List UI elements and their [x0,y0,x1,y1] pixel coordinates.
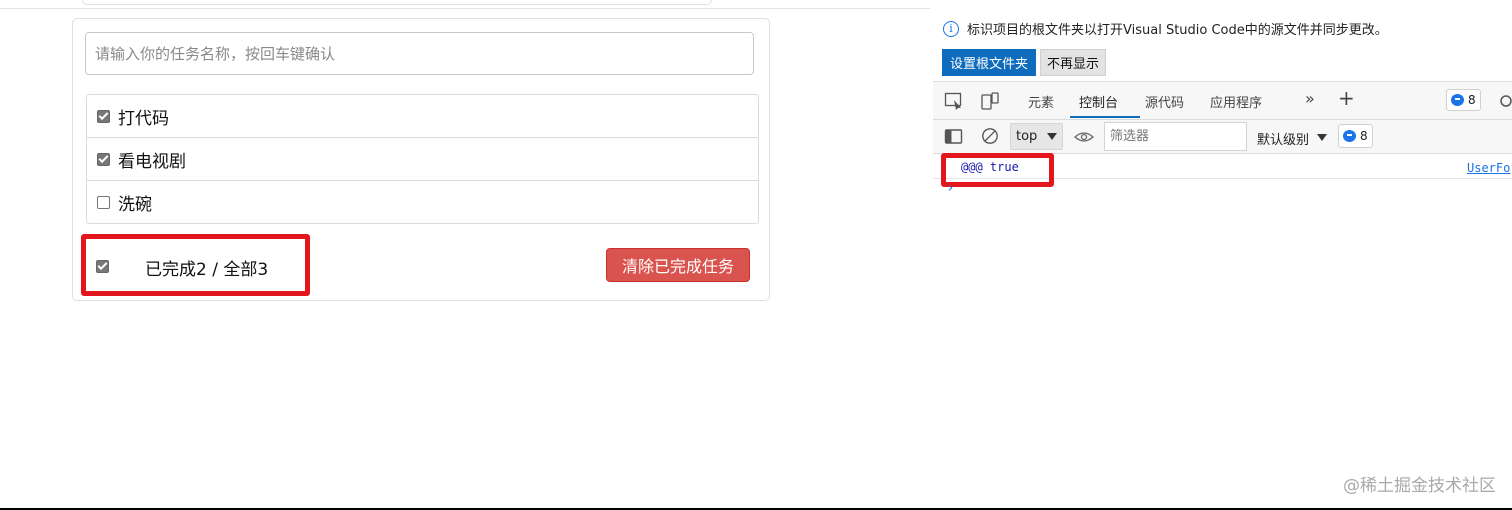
message-icon [1343,130,1356,142]
task-label: 洗碗 [118,194,152,215]
message-icon [1451,94,1464,106]
devtools-tabbar: 元素 控制台 源代码 应用程序 » + 8 [933,81,1512,120]
list-item[interactable]: 看电视剧 [87,138,758,181]
eye-icon[interactable] [1074,128,1094,146]
todo-list: 打代码 看电视剧 洗碗 [86,94,759,224]
console-highlight-box [941,153,1054,187]
console-source-link[interactable]: UserFo [1467,161,1510,175]
task-label: 看电视剧 [118,151,186,172]
issues-count: 8 [1468,93,1476,107]
add-tab-icon[interactable]: + [1338,86,1355,110]
inspect-element-icon[interactable] [944,92,964,110]
chevron-down-icon [1317,134,1327,141]
set-root-folder-button[interactable]: 设置根文件夹 [942,49,1036,76]
clear-console-icon[interactable] [980,127,1000,145]
list-item[interactable]: 洗碗 [87,181,758,223]
more-tabs-icon[interactable]: » [1305,89,1315,108]
filter-input[interactable] [1104,122,1247,151]
console-issues-badge[interactable]: 8 [1338,124,1373,148]
task-checkbox[interactable] [97,195,110,209]
top-edge-frame [82,0,712,5]
console-toolbar: top 默认级别 8 [933,120,1512,154]
device-emulation-icon[interactable] [980,92,1000,110]
tab-elements[interactable]: 元素 [1028,92,1054,111]
select-all-checkbox[interactable] [96,260,109,273]
settings-gear-icon[interactable] [1496,92,1512,110]
task-name-input[interactable] [85,32,754,75]
tab-console[interactable]: 控制台 [1079,92,1118,111]
clear-completed-button[interactable]: 清除已完成任务 [606,248,750,282]
dont-show-again-button[interactable]: 不再显示 [1040,49,1106,76]
context-select[interactable]: top [1010,123,1063,150]
console-issues-count: 8 [1360,129,1368,143]
completion-summary: 已完成2 / 全部3 [145,260,269,280]
log-level-label: 默认级别 [1257,133,1310,148]
info-message: 标识项目的根文件夹以打开Visual Studio Code中的源文件并同步更改… [967,23,1388,38]
task-checkbox[interactable] [97,109,110,123]
issues-badge[interactable]: 8 [1446,89,1481,111]
context-value: top [1016,129,1038,144]
tab-application[interactable]: 应用程序 [1210,92,1262,111]
watermark: @稀土掘金技术社区 [1343,476,1496,496]
console-prompt-icon[interactable]: › [946,180,954,196]
info-icon: i [943,20,959,37]
info-banner: i 标识项目的根文件夹以打开Visual Studio Code中的源文件并同步… [943,19,1388,38]
browser-top-edge [0,0,930,9]
tab-sources[interactable]: 源代码 [1145,92,1184,111]
task-label: 打代码 [118,108,169,129]
chevron-down-icon [1047,133,1057,140]
sidebar-toggle-icon[interactable] [944,128,964,146]
list-item[interactable]: 打代码 [87,95,758,138]
log-level-select[interactable]: 默认级别 [1257,129,1309,148]
task-checkbox[interactable] [97,152,110,166]
active-tab-indicator [1070,116,1140,118]
devtools-panel: i 标识项目的根文件夹以打开Visual Studio Code中的源文件并同步… [933,10,1512,480]
